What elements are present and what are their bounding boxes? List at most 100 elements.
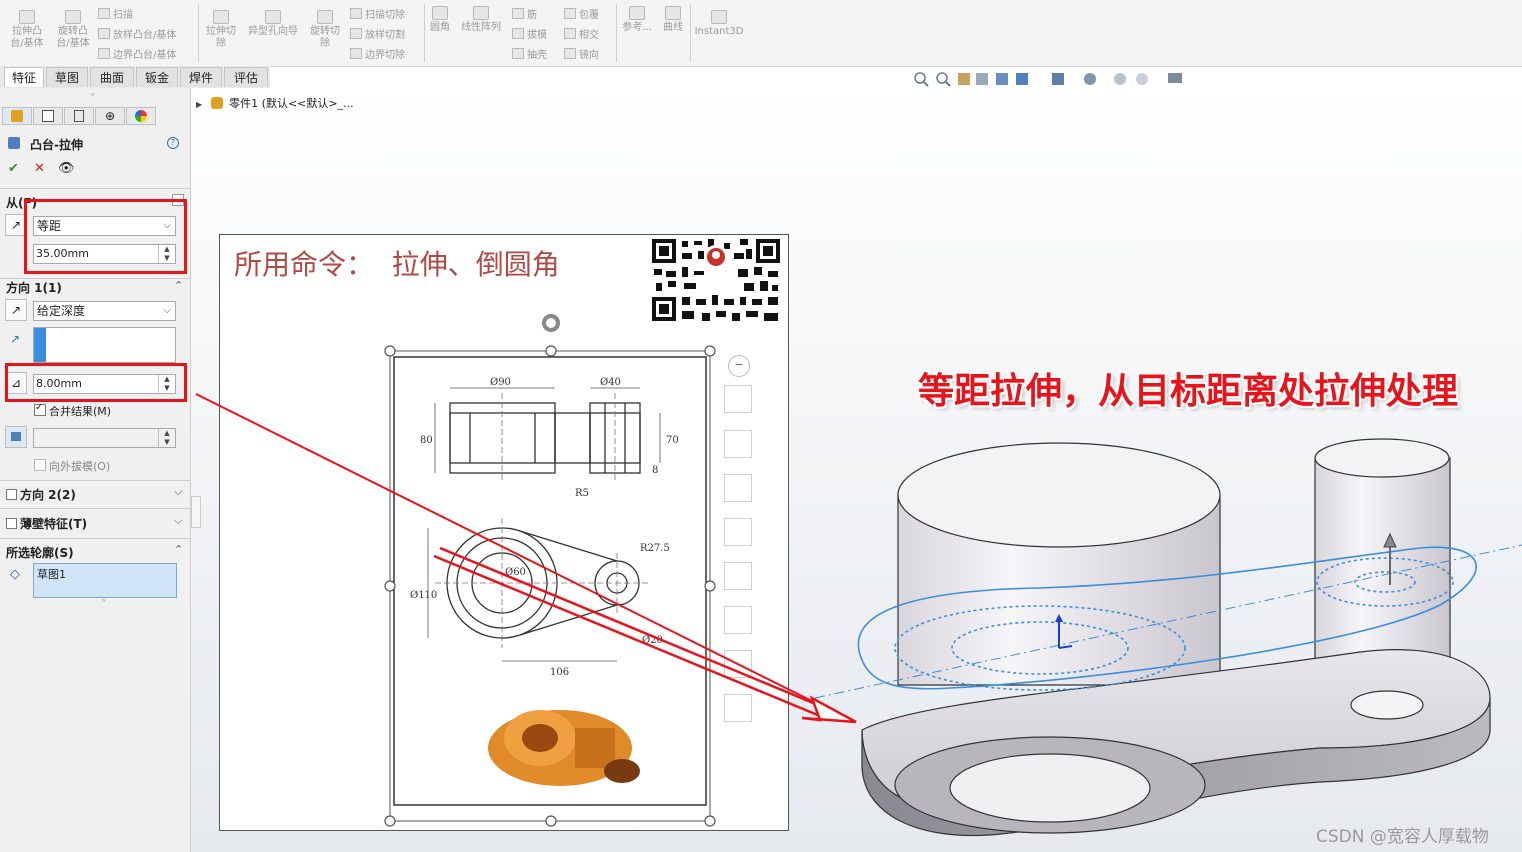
curves-button[interactable]: 曲线	[658, 6, 688, 34]
contour-list-item[interactable]: 草图1	[37, 568, 66, 581]
fillet-button[interactable]: 圆角	[428, 6, 452, 34]
linear-pattern-icon	[473, 6, 489, 20]
instant3d-button[interactable]: Instant3D	[694, 10, 744, 38]
boss-extrude-icon	[8, 137, 20, 149]
intersect-button[interactable]: 相交	[564, 26, 599, 41]
tab-evaluate[interactable]: 评估	[224, 67, 268, 87]
selected-contours-list[interactable]: 草图1	[33, 563, 177, 598]
extrude-cut-button[interactable]: 拉伸切除	[202, 10, 240, 50]
mirror-icon	[564, 48, 576, 59]
revolve-cut-icon	[317, 10, 333, 24]
direction2-section[interactable]: 方向 2(2)	[6, 486, 76, 503]
zoom-out-icon[interactable]: −	[728, 355, 750, 377]
tab-weldments[interactable]: 焊件	[180, 67, 222, 87]
depth-highlight-box	[5, 363, 187, 402]
reverse-direction-icon[interactable]: ↗	[5, 299, 27, 321]
chevron-down-icon[interactable]: ⌵	[174, 514, 182, 528]
draft-button[interactable]: 拔模	[512, 26, 547, 41]
rib-icon	[512, 8, 524, 19]
tab-sheet-metal[interactable]: 钣金	[136, 67, 178, 87]
extrude-boss-icon	[19, 10, 35, 24]
dimxpert-tab[interactable]: ⊕	[95, 107, 125, 125]
checkbox-unchecked-icon	[6, 489, 17, 500]
wrap-button[interactable]: 包覆	[564, 6, 599, 21]
command-manager-ribbon: 拉伸凸台/基体 旋转凸台/基体 扫描 放样凸台/基体 边界凸台/基体 拉伸切除 …	[0, 0, 1522, 67]
contour-icon: ◇	[10, 567, 20, 582]
extrude-boss-button[interactable]: 拉伸凸台/基体	[6, 10, 48, 50]
sweep-icon	[98, 8, 110, 19]
shell-button[interactable]: 抽壳	[512, 46, 547, 61]
mirror-button[interactable]: 镜向	[564, 46, 599, 61]
intersect-icon	[564, 28, 576, 39]
boundary-cut-button[interactable]: 边界切除	[350, 46, 405, 61]
thin-feature-section[interactable]: 薄壁特征(T)	[6, 515, 87, 532]
tab-sketch[interactable]: 草图	[46, 67, 88, 87]
display-style-icon[interactable]	[1052, 73, 1064, 85]
expand-arrow-icon[interactable]: ▶	[196, 100, 202, 109]
end-condition-select[interactable]: 给定深度 ⌵	[33, 301, 176, 321]
section-divider	[0, 480, 190, 481]
boundary-icon	[98, 48, 110, 59]
direction-selection-box[interactable]	[33, 327, 176, 363]
merge-result-checkbox[interactable]: ✓ 合并结果(M)	[34, 402, 111, 419]
model-3d-view[interactable]	[800, 430, 1522, 852]
hole-wizard-button[interactable]: 异型孔向导	[242, 10, 304, 38]
property-manager-tab[interactable]	[33, 107, 63, 125]
tab-features[interactable]: 特征	[4, 67, 44, 87]
section-divider	[0, 508, 190, 509]
previous-view-icon[interactable]	[958, 73, 970, 85]
zoom-area-icon[interactable]	[936, 72, 951, 87]
draft-icon[interactable]	[5, 426, 27, 448]
chevron-down-icon[interactable]: ⌵	[174, 485, 182, 499]
view-settings-icon[interactable]	[1168, 73, 1182, 83]
property-manager-title: 凸台-拉伸	[30, 138, 83, 152]
direction1-section-header[interactable]: 方向 1(1)	[6, 279, 62, 296]
hide-show-icon[interactable]	[1084, 73, 1096, 85]
chevron-up-icon[interactable]: ⌃	[174, 543, 183, 556]
configuration-icon	[74, 110, 84, 122]
reference-geometry-button[interactable]: 参考...	[620, 6, 654, 34]
section-divider	[0, 538, 190, 539]
extrude-cut-icon	[213, 10, 229, 24]
ok-button[interactable]: ✔	[8, 161, 19, 176]
list-resize-grip[interactable]: ∘	[101, 596, 106, 605]
feature-manager-tab[interactable]	[2, 107, 32, 125]
view-orientation-icon[interactable]	[1016, 73, 1028, 85]
dynamic-annotation-icon[interactable]	[996, 73, 1008, 85]
tab-surfaces[interactable]: 曲面	[90, 67, 134, 87]
section-view-icon[interactable]	[976, 73, 988, 85]
panel-grip[interactable]: ∘	[90, 90, 95, 99]
swept-cut-button[interactable]: 扫描切除	[350, 6, 405, 21]
preview-eye-button[interactable]: 👁	[58, 161, 75, 176]
rib-button[interactable]: 筋	[512, 6, 537, 21]
draft-angle-input[interactable]: ▲ ▼	[33, 428, 176, 448]
annotation-text: 等距拉伸，从目标距离处拉伸处理	[918, 371, 1459, 412]
ribbon-divider	[198, 4, 199, 62]
curves-icon	[665, 6, 681, 20]
selected-contours-header[interactable]: 所选轮廓(S)	[6, 544, 74, 561]
draft-icon	[512, 28, 524, 39]
swept-cut-icon	[350, 8, 362, 19]
cancel-button[interactable]: ✕	[34, 161, 45, 176]
revolve-boss-button[interactable]: 旋转凸台/基体	[52, 10, 94, 50]
linear-pattern-button[interactable]: 线性阵列	[456, 6, 506, 34]
feature-tree-root[interactable]: ▶ 零件1 (默认<<默认>_...	[196, 95, 354, 111]
draft-outward-checkbox[interactable]: 向外拔模(O)	[34, 458, 110, 474]
configuration-manager-tab[interactable]	[64, 107, 94, 125]
lofted-cut-button[interactable]: 放样切割	[350, 26, 405, 41]
apply-scene-icon[interactable]	[1136, 73, 1148, 85]
lofted-cut-icon	[350, 28, 362, 39]
loft-boss-button[interactable]: 放样凸台/基体	[98, 26, 176, 41]
part-name: 零件1 (默认<<默认>_...	[229, 97, 354, 110]
edit-appearance-icon[interactable]	[1114, 73, 1126, 85]
chevron-up-icon[interactable]: ⌃	[174, 279, 183, 292]
boundary-boss-button[interactable]: 边界凸台/基体	[98, 46, 176, 61]
revolve-cut-button[interactable]: 旋转切除	[306, 10, 344, 50]
property-manager-icon	[42, 110, 54, 122]
spinner-arrows-icon[interactable]: ▲ ▼	[158, 429, 175, 447]
help-icon[interactable]: ?	[167, 137, 179, 149]
display-manager-tab[interactable]	[126, 107, 156, 125]
chevron-down-icon: ⌵	[163, 305, 171, 316]
zoom-to-fit-icon[interactable]	[914, 72, 929, 87]
sweep-button[interactable]: 扫描	[98, 6, 133, 21]
